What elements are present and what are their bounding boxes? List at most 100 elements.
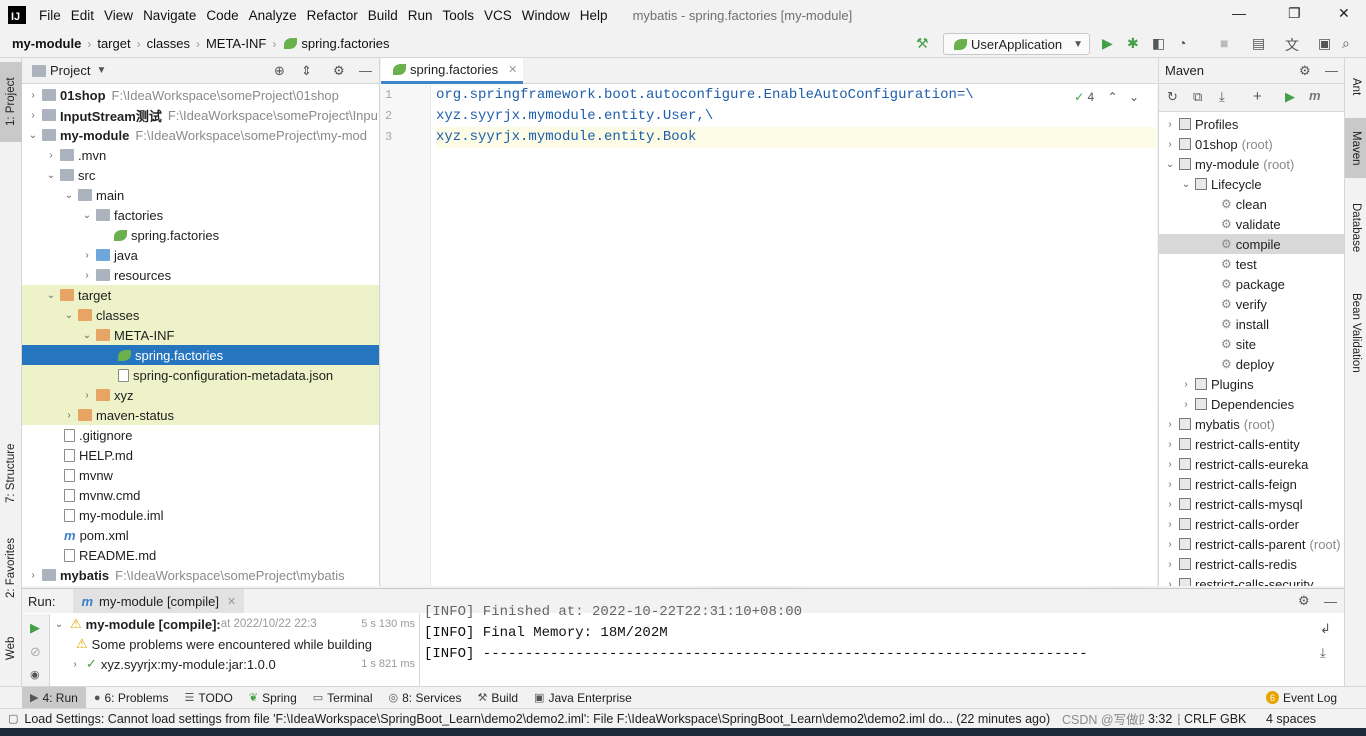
tool-window-spring[interactable]: ❦ Spring	[241, 687, 305, 709]
tool-tab-ant[interactable]: Ant	[1345, 62, 1366, 112]
maven-goal-icon[interactable]: m	[1309, 88, 1321, 103]
status-message[interactable]: Load Settings: Cannot load settings from…	[24, 712, 1050, 726]
tool-tab-bean-validation[interactable]: Bean Validation	[1345, 278, 1366, 388]
maven-node[interactable]: › restrict-calls-eureka	[1159, 454, 1344, 474]
chevron-right-icon[interactable]: ›	[1163, 419, 1177, 430]
tree-node[interactable]: mvnw.cmd	[22, 485, 379, 505]
tree-node[interactable]: ⌄ src	[22, 165, 379, 185]
breadcrumb-spring-factories[interactable]: spring.factories	[301, 36, 389, 51]
maven-node[interactable]: › mybatis (root)	[1159, 414, 1344, 434]
menu-code[interactable]: Code	[201, 8, 243, 23]
tree-node[interactable]: ⌄ target	[22, 285, 379, 305]
chevron-right-icon[interactable]: ›	[80, 390, 94, 401]
chevron-right-icon[interactable]: ›	[26, 570, 40, 581]
maven-node[interactable]: › restrict-calls-redis	[1159, 554, 1344, 574]
tree-node[interactable]: HELP.md	[22, 445, 379, 465]
maven-goal-selected[interactable]: ⚙ compile	[1159, 234, 1344, 254]
maven-goal[interactable]: ⚙ site	[1159, 334, 1344, 354]
tool-window-java-enterprise[interactable]: ▣ Java Enterprise	[526, 687, 640, 709]
code-area[interactable]: org.springframework.boot.autoconfigure.E…	[436, 85, 1156, 148]
status-icon[interactable]: ▢	[8, 712, 18, 725]
maven-node[interactable]: › Profiles	[1159, 114, 1344, 134]
menu-refactor[interactable]: Refactor	[302, 8, 363, 23]
maven-node[interactable]: › 01shop (root)	[1159, 134, 1344, 154]
chevron-down-icon[interactable]: ▼	[96, 65, 106, 76]
maven-node[interactable]: › Plugins	[1159, 374, 1344, 394]
tree-node[interactable]: my-module.iml	[22, 505, 379, 525]
settings-gear-icon[interactable]: ⚙	[333, 63, 345, 79]
maven-node[interactable]: › restrict-calls-feign	[1159, 474, 1344, 494]
chevron-down-icon[interactable]: ⌄	[80, 330, 94, 341]
tree-node[interactable]: › mybatis F:\IdeaWorkspace\someProject\myb…	[22, 565, 379, 585]
menu-window[interactable]: Window	[517, 8, 575, 23]
tree-node[interactable]: spring-configuration-metadata.json	[22, 365, 379, 385]
close-tab-icon[interactable]: ✕	[227, 595, 236, 608]
tool-tab-web[interactable]: Web	[0, 628, 22, 668]
menu-tools[interactable]: Tools	[438, 8, 480, 23]
tool-tab-favorites[interactable]: 2: Favorites	[0, 528, 22, 608]
event-log-button[interactable]: 6 Event Log	[1258, 687, 1345, 709]
debug-icon[interactable]: ✱	[1127, 35, 1139, 52]
layout-icon[interactable]: ▣	[1318, 35, 1331, 52]
maven-goal[interactable]: ⚙ package	[1159, 274, 1344, 294]
chevron-right-icon[interactable]: ›	[1163, 519, 1177, 530]
tree-node-selected[interactable]: spring.factories	[22, 345, 379, 365]
breadcrumb-my-module[interactable]: my-module	[12, 36, 81, 51]
toggle-tree-icon[interactable]: ⊘	[30, 644, 41, 660]
breadcrumb-meta-inf[interactable]: META-INF	[206, 36, 266, 51]
chevron-down-icon[interactable]: ⌄	[1129, 90, 1139, 104]
chevron-down-icon[interactable]: ⌄	[1163, 159, 1177, 170]
maven-goal[interactable]: ⚙ validate	[1159, 214, 1344, 234]
line-separator[interactable]: CRLF	[1180, 711, 1221, 726]
chevron-right-icon[interactable]: ›	[1163, 139, 1177, 150]
tree-node[interactable]: ⌄ main	[22, 185, 379, 205]
chevron-right-icon[interactable]: ›	[26, 110, 40, 121]
chevron-right-icon[interactable]: ›	[1163, 539, 1177, 550]
build-hammer-icon[interactable]: ⚒	[916, 35, 929, 52]
soft-wrap-icon[interactable]: ↲	[1320, 621, 1331, 637]
tree-node[interactable]: › java	[22, 245, 379, 265]
chevron-right-icon[interactable]: ›	[1163, 479, 1177, 490]
translate-icon[interactable]: 文	[1285, 35, 1299, 55]
code-line[interactable]: xyz.syyrjx.mymodule.entity.User,\	[436, 106, 1156, 127]
tree-node[interactable]: mvnw	[22, 465, 379, 485]
run-configuration-select[interactable]: UserApplication ▼	[943, 33, 1090, 55]
tree-node[interactable]: › 01shop F:\IdeaWorkspace\someProject\01sh…	[22, 85, 379, 105]
coverage-icon[interactable]: ◧	[1152, 35, 1165, 52]
tree-node[interactable]: › xyz	[22, 385, 379, 405]
tree-node[interactable]: README.md	[22, 545, 379, 565]
maven-node[interactable]: ⌄ Lifecycle	[1159, 174, 1344, 194]
maven-goal[interactable]: ⚙ install	[1159, 314, 1344, 334]
maven-node[interactable]: › restrict-calls-order	[1159, 514, 1344, 534]
chevron-down-icon[interactable]: ⌄	[52, 619, 66, 630]
editor-tab-spring-factories[interactable]: spring.factories ✕	[381, 58, 523, 84]
tool-window-problems[interactable]: ● 6: Problems	[86, 687, 177, 709]
chevron-right-icon[interactable]: ›	[26, 90, 40, 101]
maven-node[interactable]: › restrict-calls-security	[1159, 574, 1344, 586]
scroll-to-end-icon[interactable]: ⤓	[1320, 645, 1326, 661]
maven-goal[interactable]: ⚙ verify	[1159, 294, 1344, 314]
run-icon[interactable]: ▶	[1102, 35, 1113, 52]
close-icon[interactable]: ✕	[1338, 5, 1350, 22]
chevron-right-icon[interactable]: ›	[44, 150, 58, 161]
tree-node[interactable]: › maven-status	[22, 405, 379, 425]
restore-icon[interactable]: ❐	[1288, 5, 1301, 22]
indent-setting[interactable]: 4 spaces	[1262, 711, 1321, 726]
run-maven-icon[interactable]: ▶	[1285, 89, 1295, 105]
chevron-right-icon[interactable]: ›	[80, 250, 94, 261]
code-line[interactable]: org.springframework.boot.autoconfigure.E…	[436, 85, 1156, 106]
project-structure-icon[interactable]: ▤	[1252, 35, 1265, 52]
inspection-widget[interactable]: ✓ 4 ⌃ ⌄	[1074, 90, 1139, 104]
build-tree-row[interactable]: ⌄ ⚠ my-module [compile]: at 2022/10/22 2…	[50, 614, 419, 634]
chevron-down-icon[interactable]: ⌄	[26, 130, 40, 141]
menu-help[interactable]: Help	[575, 8, 613, 23]
chevron-down-icon[interactable]: ⌄	[44, 290, 58, 301]
hide-icon[interactable]: —	[1324, 594, 1337, 609]
generate-sources-icon[interactable]: ⧉	[1193, 89, 1202, 105]
tree-node[interactable]: ⌄ META-INF	[22, 325, 379, 345]
tree-node[interactable]: ⌄ factories	[22, 205, 379, 225]
chevron-down-icon[interactable]: ⌄	[62, 310, 76, 321]
maven-node[interactable]: › Dependencies	[1159, 394, 1344, 414]
chevron-right-icon[interactable]: ›	[1163, 579, 1177, 587]
menu-edit[interactable]: Edit	[66, 8, 99, 23]
